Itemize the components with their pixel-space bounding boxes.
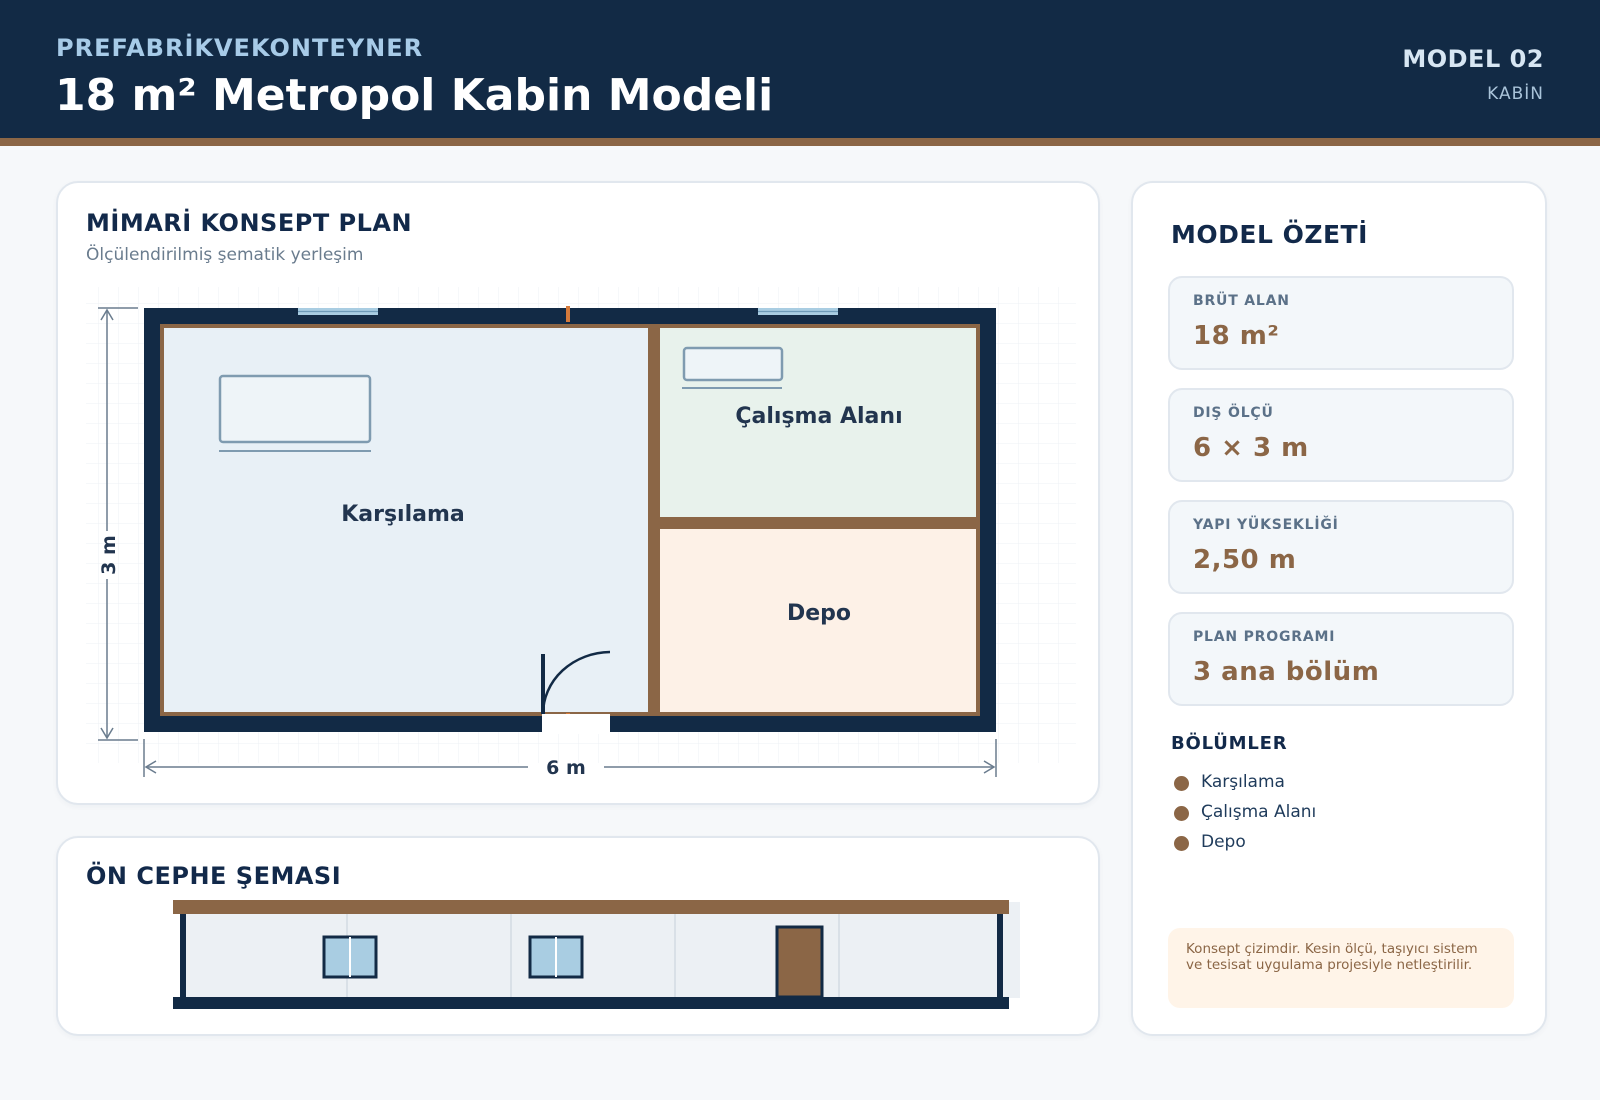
stat-label: PLAN PROGRAMI — [1193, 629, 1336, 645]
stat-gross-area: BRÜT ALAN 18 m² — [1168, 276, 1514, 370]
summary-title: MODEL ÖZETİ — [1171, 220, 1368, 249]
bullet-dot-icon — [1174, 776, 1189, 791]
model-label: MODEL 02 — [1402, 45, 1544, 73]
stat-label: YAPI YÜKSEKLİĞİ — [1193, 517, 1339, 533]
stat-value: 3 ana bölüm — [1193, 657, 1380, 687]
header-accent-stripe — [0, 138, 1600, 146]
bullet-dot-icon — [1174, 836, 1189, 851]
model-summary-card: MODEL ÖZETİ BRÜT ALAN 18 m² DIŞ ÖLÇÜ 6 ×… — [1131, 181, 1547, 1036]
disclaimer-note: Konsept çizimdir. Kesin ölçü, taşıyıcı s… — [1168, 928, 1514, 1008]
bullet-dot-icon — [1174, 806, 1189, 821]
stat-label: BRÜT ALAN — [1193, 293, 1290, 309]
door-opening — [542, 714, 610, 734]
stat-value: 6 × 3 m — [1193, 433, 1309, 463]
facade-roof — [173, 900, 1009, 914]
facade-base — [173, 997, 1009, 1009]
room-label-work: Çalışma Alanı — [735, 404, 902, 429]
facade-door — [775, 925, 824, 999]
stat-label: DIŞ ÖLÇÜ — [1193, 405, 1274, 421]
front-facade-drawing — [173, 900, 1020, 1009]
desk-furniture — [682, 346, 784, 382]
desk-furniture — [218, 374, 372, 444]
axis-marker — [566, 306, 570, 322]
floor-plan-card: MİMARİ KONSEPT PLAN Ölçülendirilmiş şema… — [56, 181, 1100, 805]
stat-outer-dimensions: DIŞ ÖLÇÜ 6 × 3 m — [1168, 388, 1514, 482]
model-type: KABİN — [1487, 84, 1544, 104]
interior-wall-horizontal — [658, 519, 980, 527]
facade-window — [322, 935, 378, 979]
stat-plan-program: PLAN PROGRAMI 3 ana bölüm — [1168, 612, 1514, 706]
facade-window — [528, 935, 584, 979]
room-label-reception: Karşılama — [341, 502, 465, 527]
sections-title: BÖLÜMLER — [1171, 733, 1288, 754]
dimension-width-label: 6 m — [546, 757, 586, 779]
facade-corner-post — [180, 902, 186, 998]
facade-corner-post — [997, 902, 1003, 998]
facade-wall — [184, 902, 1020, 998]
brand-name: PREFABRİKVEKONTEYNER — [56, 34, 424, 62]
stat-value: 18 m² — [1193, 321, 1280, 351]
page-title: 18 m² Metropol Kabin Modeli — [55, 70, 774, 121]
stat-value: 2,50 m — [1193, 545, 1297, 575]
stat-building-height: YAPI YÜKSEKLİĞİ 2,50 m — [1168, 500, 1514, 594]
front-facade-card: ÖN CEPHE ŞEMASI — [56, 836, 1100, 1036]
interior-wall-vertical — [650, 324, 658, 716]
header-bar: PREFABRİKVEKONTEYNER 18 m² Metropol Kabi… — [0, 0, 1600, 138]
floor-plan-drawing: Karşılama Çalışma Alanı Depo 6 m 3 m — [86, 287, 1076, 779]
dimension-height-label: 3 m — [98, 535, 120, 575]
room-label-storage: Depo — [787, 601, 851, 626]
